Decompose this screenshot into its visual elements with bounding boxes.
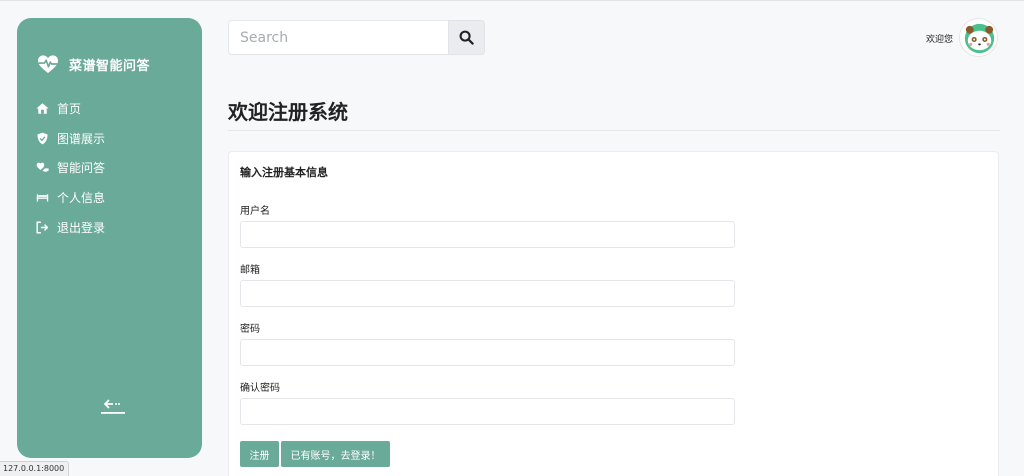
avatar[interactable] — [959, 18, 998, 57]
username-field[interactable] — [240, 221, 735, 248]
password-label: 密码 — [240, 324, 260, 335]
search-button[interactable] — [448, 20, 485, 55]
sidebar-item-profile[interactable]: 个人信息 — [35, 183, 195, 213]
go-login-button[interactable]: 已有账号，去登录！ — [281, 441, 390, 467]
home-icon — [35, 102, 49, 116]
logout-icon — [35, 220, 49, 234]
username-label: 用户名 — [240, 206, 270, 217]
window-top-border — [0, 0, 1024, 1]
sidebar: 菜谱智能问答 首页 图谱展示 智能问答 个人信息 退出登录 — [17, 18, 202, 458]
sidebar-item-label: 个人信息 — [57, 191, 106, 206]
heartbeat-icon — [38, 55, 58, 74]
search-input[interactable] — [228, 20, 448, 55]
sidebar-item-label: 退出登录 — [57, 220, 106, 235]
sidebar-item-label: 智能问答 — [57, 161, 106, 176]
sidebar-item-label: 首页 — [57, 102, 82, 117]
hand-heart-icon — [35, 161, 49, 175]
bed-icon — [35, 191, 49, 205]
shield-icon — [35, 131, 49, 145]
confirm-password-field[interactable] — [240, 398, 735, 425]
welcome-text: 欢迎您 — [926, 35, 954, 45]
sidebar-collapse-button[interactable] — [100, 395, 126, 417]
sidebar-item-home[interactable]: 首页 — [35, 94, 195, 124]
card-title: 输入注册基本信息 — [240, 166, 328, 179]
registration-card: 输入注册基本信息 用户名 邮箱 密码 确认密码 注册 已有账号，去登录！ — [228, 151, 999, 476]
sidebar-item-graph[interactable]: 图谱展示 — [35, 124, 195, 154]
arrow-left-icon — [101, 399, 125, 414]
panda-avatar-icon — [964, 23, 995, 54]
sidebar-item-label: 图谱展示 — [57, 131, 106, 146]
brand-name: 菜谱智能问答 — [69, 58, 151, 74]
register-button[interactable]: 注册 — [240, 441, 279, 467]
title-divider — [228, 130, 1000, 131]
email-label: 邮箱 — [240, 265, 260, 276]
status-bar-url: 127.0.0.1:8000 — [0, 461, 69, 476]
sidebar-nav: 首页 图谱展示 智能问答 个人信息 退出登录 — [35, 94, 195, 242]
confirm-password-label: 确认密码 — [240, 383, 280, 394]
sidebar-item-qa[interactable]: 智能问答 — [35, 153, 195, 183]
sidebar-item-logout[interactable]: 退出登录 — [35, 212, 195, 242]
search-bar — [228, 20, 485, 55]
page-title: 欢迎注册系统 — [228, 100, 348, 124]
brand[interactable]: 菜谱智能问答 — [37, 54, 150, 74]
email-field[interactable] — [240, 280, 735, 307]
search-icon — [459, 30, 474, 45]
password-field[interactable] — [240, 339, 735, 366]
